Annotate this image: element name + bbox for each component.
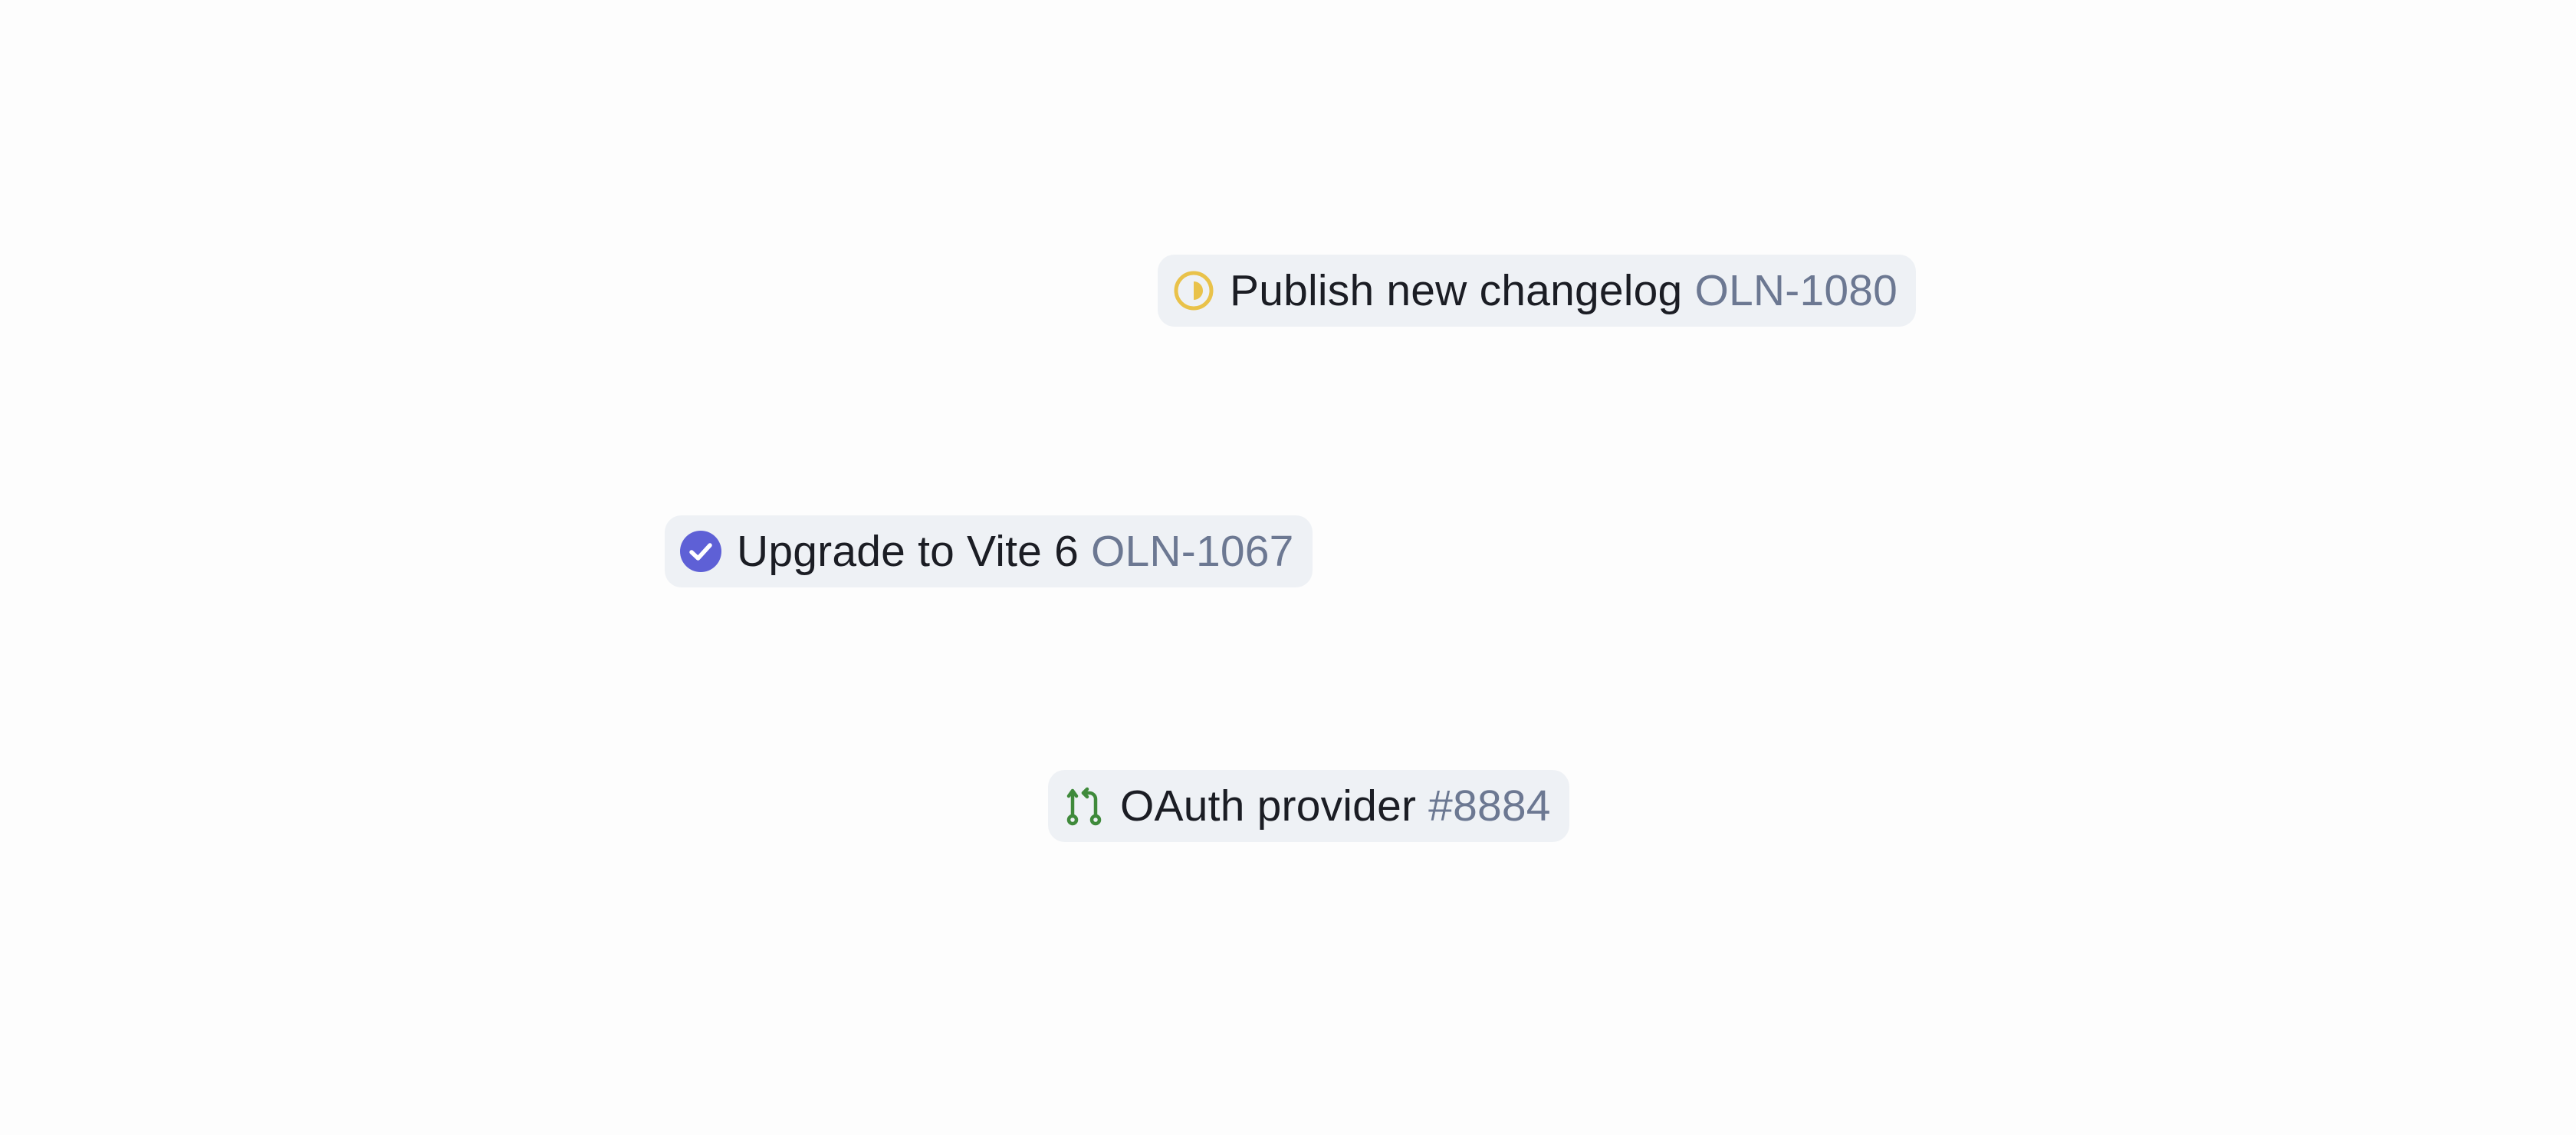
pull-request-icon [1062,784,1106,828]
issue-id: OLN-1067 [1091,527,1294,576]
canvas: Publish new changelog OLN-1080 Upgrade t… [0,0,2576,1135]
issue-chip-changelog[interactable]: Publish new changelog OLN-1080 [1158,255,1917,327]
issue-id: OLN-1080 [1694,266,1898,315]
pull-request-number: #8884 [1428,781,1551,831]
in-progress-icon [1171,268,1216,313]
pull-request-title: OAuth provider [1120,781,1417,831]
issue-title: Publish new changelog [1230,266,1683,315]
done-check-icon [678,529,723,574]
pull-request-chip-oauth[interactable]: OAuth provider #8884 [1048,770,1569,842]
issue-chip-vite[interactable]: Upgrade to Vite 6 OLN-1067 [665,515,1313,587]
issue-title: Upgrade to Vite 6 [737,527,1079,576]
